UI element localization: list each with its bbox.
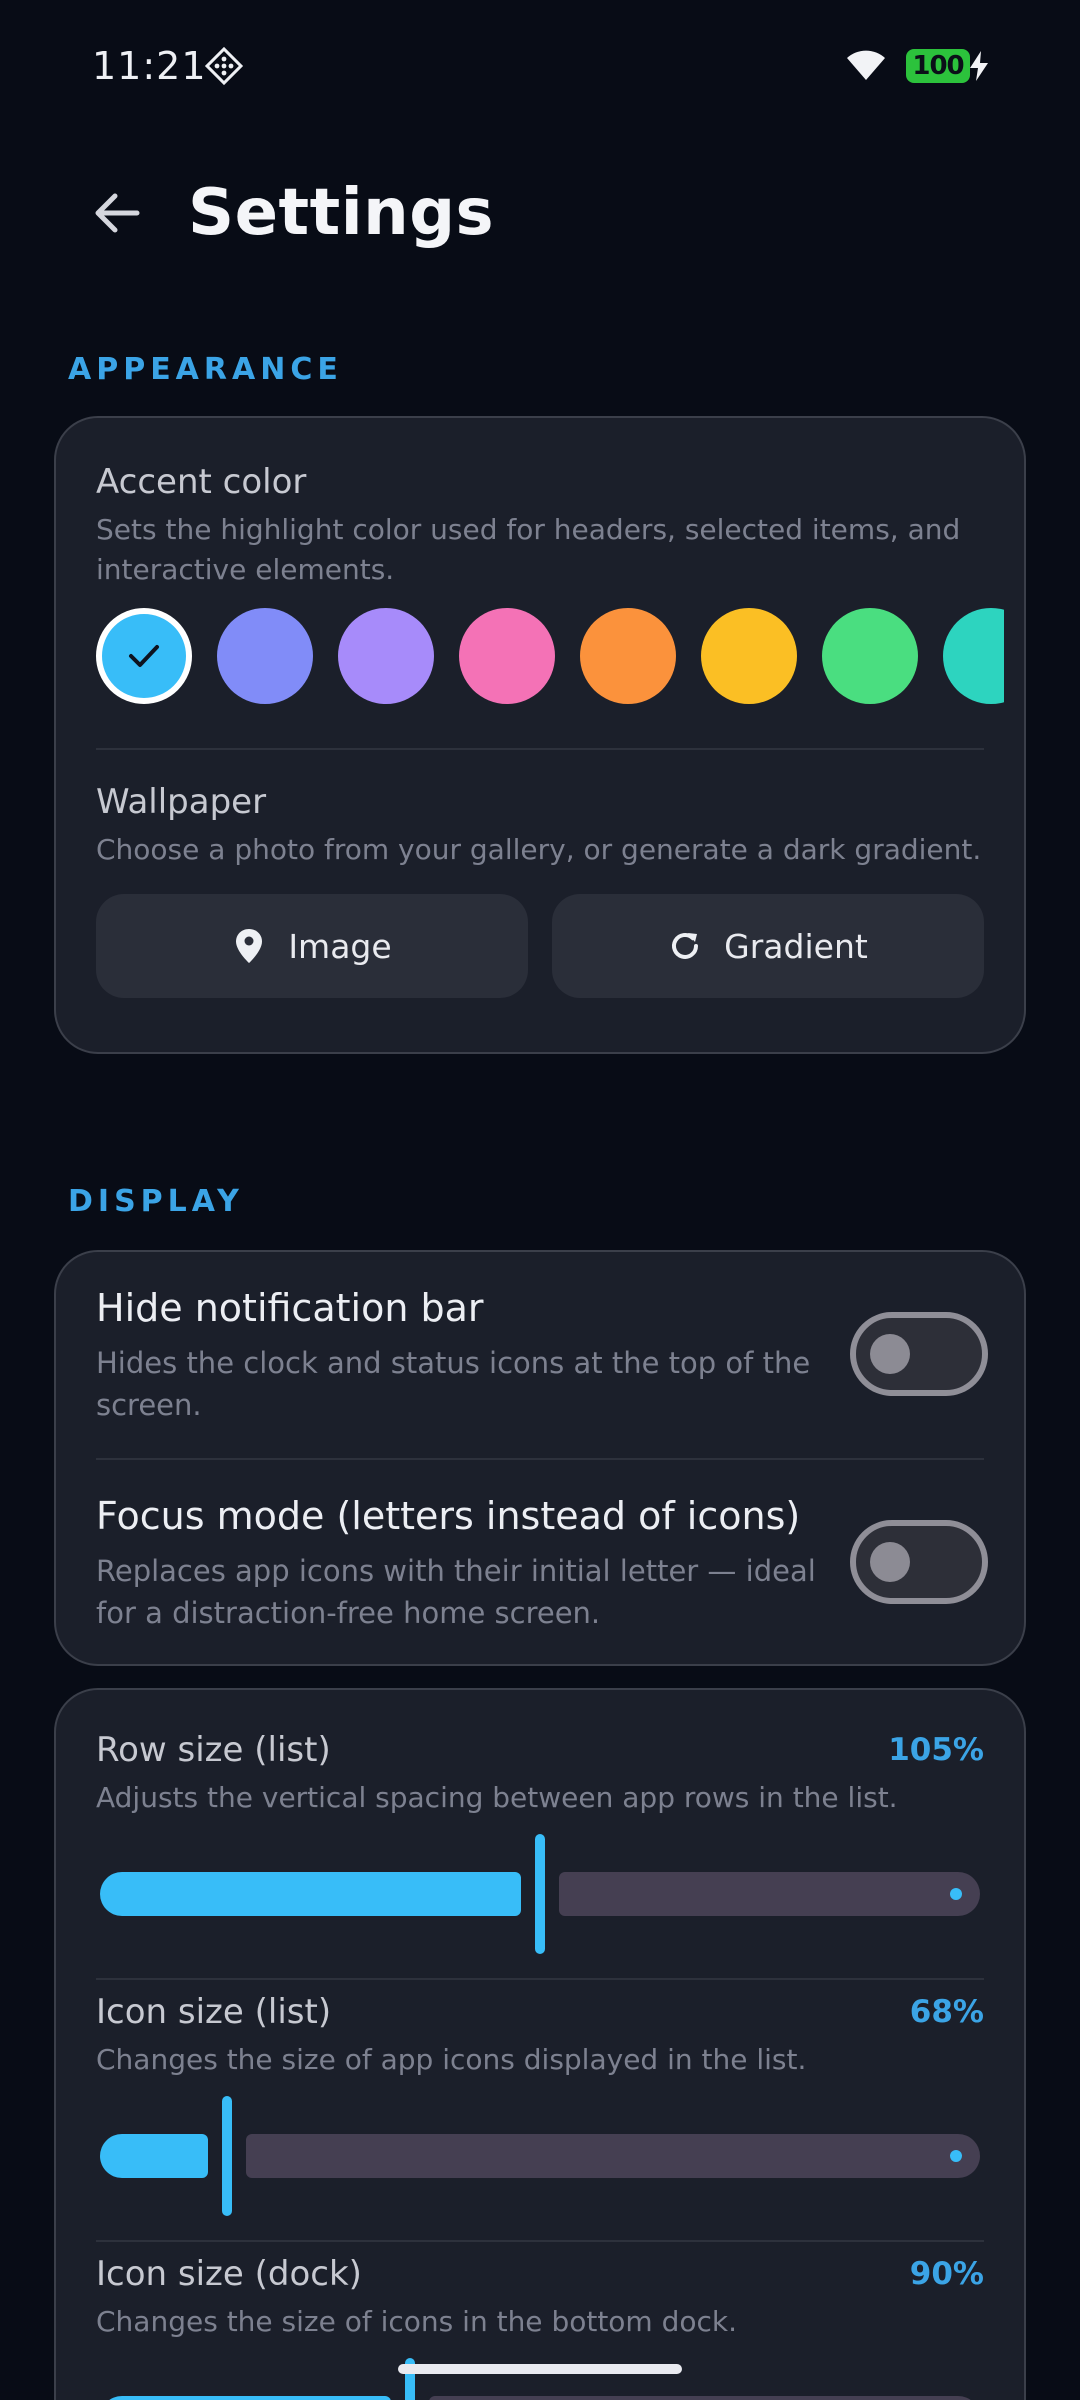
refresh-icon [668,929,702,963]
divider [96,748,984,750]
back-button[interactable] [88,186,146,244]
section-label-appearance: APPEARANCE [68,352,343,387]
icon-size-list-slider[interactable] [100,2096,980,2216]
divider [96,1458,984,1460]
accent-swatch-yellow[interactable] [701,608,797,704]
display-toggles-card: Hide notification bar Hides the clock an… [54,1250,1026,1666]
slider-track [559,1872,980,1916]
gradient-button-label: Gradient [724,926,868,966]
accent-swatch-purple[interactable] [338,608,434,704]
slider-fill [100,1872,521,1916]
image-button[interactable]: Image [96,894,528,998]
battery-icon: 100 [906,49,970,83]
row-size-description: Adjusts the vertical spacing between app… [96,1781,898,1814]
slider-end-dot [950,2150,962,2162]
row-size-value: 105% [888,1732,984,1768]
slider-track [246,2134,980,2178]
accent-swatch-green[interactable] [822,608,918,704]
divider [96,2240,984,2242]
display-sliders-card: Row size (list) 105% Adjusts the vertica… [54,1688,1026,2400]
slider-thumb[interactable] [535,1834,545,1954]
icon-size-list-title: Icon size (list) [96,1992,332,2032]
slider-fill [100,2396,391,2400]
slider-end-dot [950,1888,962,1900]
location-pin-icon [232,929,266,963]
wallpaper-title: Wallpaper [96,782,267,822]
hide-notification-title: Hide notification bar [96,1286,484,1330]
hide-notification-description: Hides the clock and status icons at the … [96,1346,811,1422]
slider-fill [100,2134,208,2178]
appearance-card: Accent color Sets the highlight color us… [54,416,1026,1054]
focus-mode-description: Replaces app icons with their initial le… [96,1554,816,1630]
accent-swatch-blue[interactable] [96,608,192,704]
slider-track [429,2396,980,2400]
toggle-knob [870,1334,910,1374]
arrow-left-icon [93,191,141,239]
focus-mode-toggle[interactable] [850,1520,988,1604]
toggle-knob [870,1542,910,1582]
focus-mode-title: Focus mode (letters instead of icons) [96,1494,801,1538]
app-notification-icon [204,46,244,86]
accent-color-description: Sets the highlight color used for header… [96,513,961,586]
charging-icon [968,50,990,82]
hide-notification-toggle[interactable] [850,1312,988,1396]
icon-size-dock-title: Icon size (dock) [96,2254,362,2294]
icon-size-list-description: Changes the size of app icons displayed … [96,2043,807,2076]
check-icon [102,614,186,698]
slider-thumb[interactable] [222,2096,232,2216]
icon-size-list-value: 68% [909,1994,984,2030]
wallpaper-description: Choose a photo from your gallery, or gen… [96,833,982,866]
accent-color-title: Accent color [96,462,307,502]
image-button-label: Image [288,926,392,966]
accent-swatch-indigo[interactable] [217,608,313,704]
gradient-button[interactable]: Gradient [552,894,984,998]
accent-swatch-row [96,604,1004,704]
status-bar: 11:21 100 [0,0,1080,134]
row-size-title: Row size (list) [96,1730,331,1770]
row-size-slider[interactable] [100,1834,980,1954]
accent-swatch-orange[interactable] [580,608,676,704]
battery-level: 100 [912,51,964,81]
divider [96,1978,984,1980]
wifi-icon [845,46,887,82]
accent-swatch-pink[interactable] [459,608,555,704]
home-indicator[interactable] [398,2364,682,2374]
section-label-display: DISPLAY [68,1184,244,1219]
page-title: Settings [188,176,495,250]
icon-size-dock-value: 90% [909,2256,984,2292]
status-time: 11:21 [92,44,207,88]
accent-swatch-teal[interactable] [943,608,1004,704]
icon-size-dock-description: Changes the size of icons in the bottom … [96,2305,738,2338]
